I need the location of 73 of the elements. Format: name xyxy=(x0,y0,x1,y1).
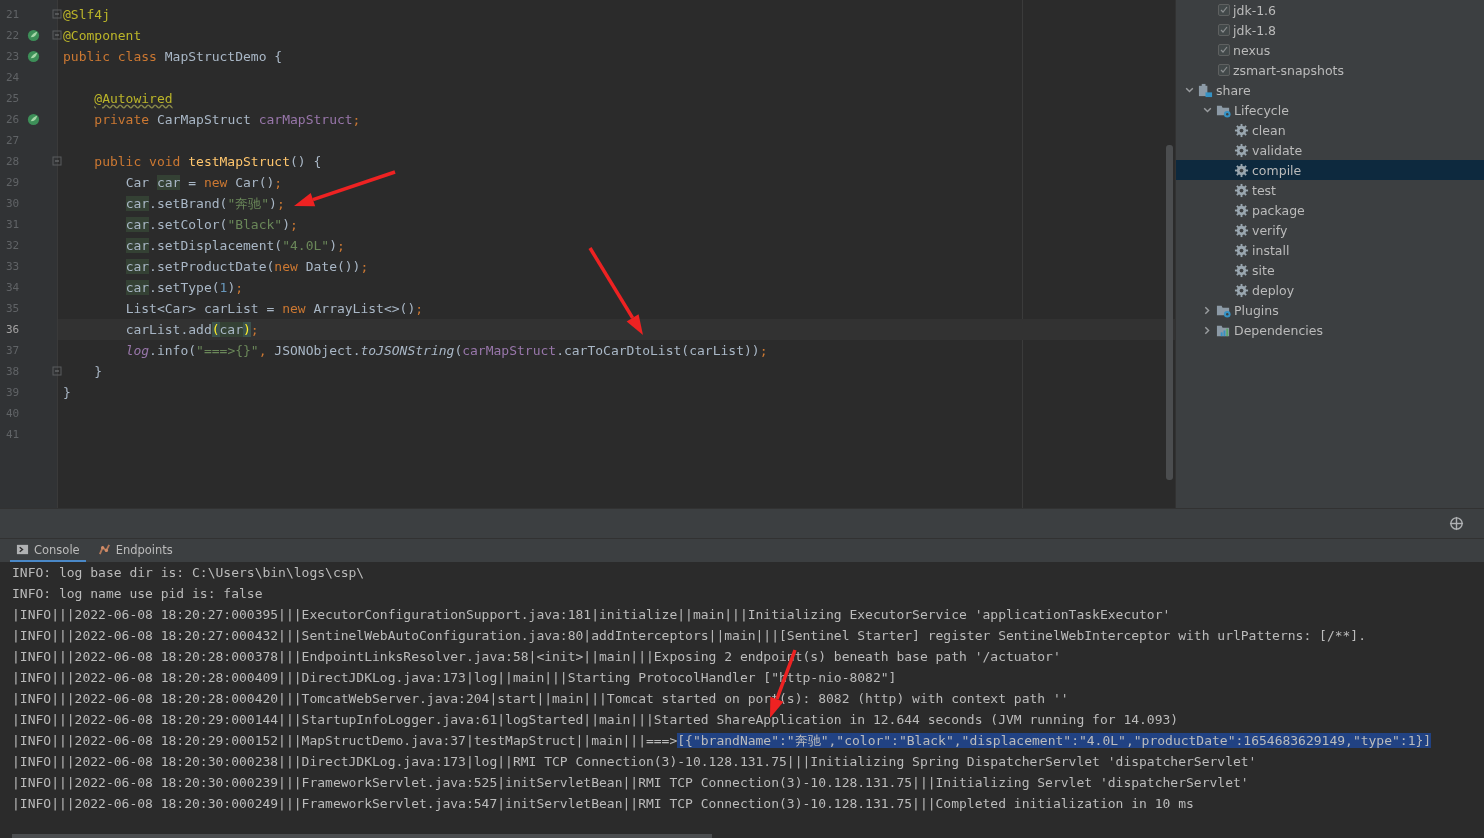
code-line: @Slf4j xyxy=(63,7,110,22)
code-line: @Component xyxy=(63,28,142,43)
profile-item[interactable]: nexus xyxy=(1176,40,1484,60)
log-line: |INFO|||2022-06-08 18:20:27:000395|||ExecutorConfigurationSupport.java:181|initialize||main|||Initializing ExecutorService 'applicationTaskExecutor' xyxy=(12,606,1172,624)
tree-item[interactable]: test xyxy=(1176,180,1484,200)
tree-item[interactable]: validate xyxy=(1176,140,1484,160)
gear-icon xyxy=(1234,282,1249,298)
code-line: } xyxy=(93,364,103,379)
profile-item[interactable]: jdk-1.6 xyxy=(1176,0,1484,20)
fold-icon[interactable] xyxy=(52,366,62,376)
gear-icon xyxy=(1234,202,1249,218)
tree-item[interactable]: site xyxy=(1176,260,1484,280)
tree-item[interactable]: clean xyxy=(1176,120,1484,140)
code-line: public void testMapStruct() { xyxy=(93,154,322,169)
bean-icon[interactable] xyxy=(27,50,40,63)
target-icon[interactable] xyxy=(1449,516,1464,531)
bean-icon[interactable] xyxy=(27,113,40,126)
line-number: 36 xyxy=(5,323,21,336)
code-line: log.info("===>{}", JSONObject.toJSONString(carMapStruct.carToCarDtoList(carList)); xyxy=(124,343,768,358)
scrollbar[interactable] xyxy=(12,834,712,838)
gear-icon xyxy=(1234,162,1249,178)
code-line: car.setProductDate(new Date()); xyxy=(124,259,369,274)
bean-icon[interactable] xyxy=(27,29,40,42)
fold-icon[interactable] xyxy=(52,156,62,166)
log-line: |INFO|||2022-06-08 18:20:30:000249|||FrameworkServlet.java:547|initServletBean||RMI TCP Connection(3)-10.128.131.75|||Completed initialization in 10 ms xyxy=(12,795,1195,813)
gear-icon xyxy=(1234,222,1249,238)
code-line: car.setBrand("奔驰"); xyxy=(124,194,285,213)
code-line: private CarMapStruct carMapStruct; xyxy=(93,112,361,127)
log-line: |INFO|||2022-06-08 18:20:27:000432|||SentinelWebAutoConfiguration.java:80|addInterceptors||main|||[Sentinel Starter] register SentinelWebInterceptor with urlPatterns: [/**]. xyxy=(12,627,1367,645)
checkbox[interactable] xyxy=(1218,44,1230,56)
log-line: |INFO|||2022-06-08 18:20:30:000239|||FrameworkServlet.java:525|initServletBean||RMI TCP Connection(3)-10.128.131.75|||Initializing Servlet 'dispatcherServlet' xyxy=(12,774,1250,792)
code-line: @Autowired xyxy=(93,91,173,106)
log-line: |INFO|||2022-06-08 18:20:29:000152|||MapStructDemo.java:37|testMapStruct||main|||===>[{"brandName":"奔驰","color":"Black","displacement":"4.0L","productDate":1654683629149,"type":1}] xyxy=(12,732,1433,750)
code-line: car.setDisplacement("4.0L"); xyxy=(124,238,345,253)
fold-icon[interactable] xyxy=(52,30,62,40)
gear-icon xyxy=(1234,242,1249,258)
checkbox[interactable] xyxy=(1218,64,1230,76)
scrollbar[interactable] xyxy=(1166,145,1173,480)
gear-icon xyxy=(1234,182,1249,198)
tree-item[interactable]: Lifecycle xyxy=(1176,100,1484,120)
chevron-icon[interactable] xyxy=(1202,324,1213,336)
log-line: INFO: log name use pid is: false xyxy=(12,585,264,603)
log-line: INFO: log base dir is: C:\Users\bin\logs\csp\ xyxy=(12,564,366,582)
tree-item[interactable]: share xyxy=(1176,80,1484,100)
gear-icon xyxy=(1234,142,1249,158)
tab[interactable]: Endpoints xyxy=(91,539,179,562)
profile-item[interactable]: jdk-1.8 xyxy=(1176,20,1484,40)
chevron-icon[interactable] xyxy=(1202,304,1213,316)
tree-item[interactable]: package xyxy=(1176,200,1484,220)
module-icon xyxy=(1198,82,1213,98)
code-line: car.setType(1); xyxy=(124,280,244,295)
checkbox[interactable] xyxy=(1218,24,1230,36)
code-line: carList.add(car); xyxy=(124,322,259,337)
tree-item[interactable]: Dependencies xyxy=(1176,320,1484,340)
profile-item[interactable]: zsmart-snapshots xyxy=(1176,60,1484,80)
code-line: car.setColor("Black"); xyxy=(124,217,298,232)
tree-item[interactable]: Plugins xyxy=(1176,300,1484,320)
tree-item[interactable]: verify xyxy=(1176,220,1484,240)
endpoints-icon xyxy=(97,543,111,556)
code-line: } xyxy=(63,385,71,400)
gear-icon xyxy=(1234,122,1249,138)
code-line: public class MapStructDemo { xyxy=(63,49,283,64)
log-line: |INFO|||2022-06-08 18:20:30:000238|||DirectJDKLog.java:173|log||RMI TCP Connection(3)-10.128.131.75|||Initializing Spring DispatcherServlet 'dispatcherServlet' xyxy=(12,753,1258,771)
terminal-icon xyxy=(16,543,29,556)
code-line: Car car = new Car(); xyxy=(124,175,283,190)
checkbox[interactable] xyxy=(1218,4,1230,16)
tree-item[interactable]: install xyxy=(1176,240,1484,260)
tree-item[interactable]: compile xyxy=(1176,160,1484,180)
log-line: |INFO|||2022-06-08 18:20:29:000144|||StartupInfoLogger.java:61|logStarted||main|||Started ShareApplication in 12.644 seconds (JVM running for 14.093) xyxy=(12,711,1180,729)
gear-icon xyxy=(1234,262,1249,278)
fold-icon[interactable] xyxy=(52,9,62,19)
code-line: List<Car> carList = new ArrayList<>(); xyxy=(124,301,424,316)
tree-item[interactable]: deploy xyxy=(1176,280,1484,300)
